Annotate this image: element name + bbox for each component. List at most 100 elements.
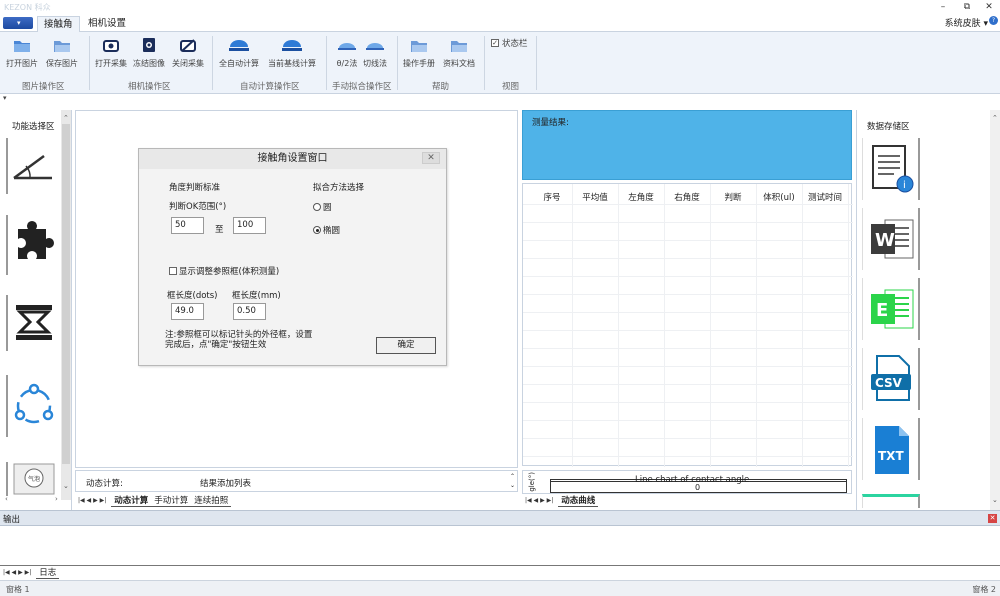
restore-button[interactable]: ⧉ — [956, 0, 978, 14]
output-close-button[interactable]: ✕ — [988, 514, 997, 523]
checkbox-checked-icon[interactable]: ✓ — [491, 39, 499, 47]
scroll-thumb[interactable] — [62, 124, 70, 464]
output-label: 输出 — [3, 515, 21, 525]
group-separator — [212, 36, 213, 90]
tab-camera-settings[interactable]: 相机设置 — [82, 16, 132, 32]
table-header: 序号 — [543, 193, 561, 203]
group-label-help: 帮助 — [432, 82, 450, 92]
scroll-down-icon[interactable]: ⌄ — [992, 496, 998, 504]
cycle-tool[interactable] — [6, 375, 58, 437]
tab-continuous-shot[interactable]: 连续拍照 — [191, 494, 232, 507]
contact-angle-icon — [13, 154, 52, 180]
group-separator — [326, 36, 327, 90]
group-label-view: 视图 — [502, 82, 520, 92]
surface-energy-tool[interactable] — [6, 215, 58, 275]
droplet-theta-icon — [338, 43, 356, 50]
dialog-title: 接触角设置窗口 — [139, 149, 446, 169]
folder-docs-icon — [451, 41, 467, 52]
minimize-button[interactable]: – — [932, 0, 954, 14]
frame-len-dots-input[interactable]: 49.0 — [171, 303, 204, 320]
cycle-dots-icon — [14, 383, 54, 424]
help-icon[interactable]: ? — [989, 16, 998, 25]
frame-len-mm-input[interactable]: 0.50 — [233, 303, 266, 320]
ribbon-tabs: ▾ 接触角 相机设置 — [0, 14, 1000, 32]
close-button[interactable]: ✕ — [978, 0, 1000, 14]
radio-selected-icon[interactable] — [313, 226, 321, 234]
export-excel-button[interactable]: E — [862, 278, 920, 340]
scroll-up-icon[interactable]: ⌃ — [992, 114, 998, 122]
sheet-nav-icons[interactable]: |◀ ◀ ▶ ▶| — [525, 497, 553, 504]
status-bar-checkbox[interactable]: ✓ 状态栏 — [491, 37, 528, 49]
export-word-button[interactable]: W — [862, 208, 920, 270]
sheet-nav-icons[interactable]: |◀ ◀ ▶ ▶| — [3, 569, 31, 576]
scroll-up-icon[interactable]: ⌃ — [63, 114, 69, 122]
contact-angle-tool[interactable] — [6, 138, 58, 194]
app-menu-button[interactable]: ▾ — [3, 17, 33, 29]
close-capture-button[interactable]: 关闭采集 — [172, 36, 204, 69]
csv-icon: CSV — [871, 355, 911, 401]
fit-circle-radio[interactable]: 圆 — [313, 201, 332, 213]
table-header: 判断 — [724, 193, 742, 203]
tab-log[interactable]: 日志 — [36, 566, 60, 579]
folder-open-icon — [14, 41, 30, 52]
save-info-button[interactable]: i — [862, 138, 920, 200]
save-image-button[interactable]: 保存图片 — [46, 36, 78, 69]
group-separator — [484, 36, 485, 90]
fit-ellipse-radio[interactable]: 椭圆 — [313, 224, 340, 236]
ok-range-label: 判断OK范围(°) — [169, 202, 227, 212]
results-table[interactable]: 序号 平均值 左角度 右角度 判断 体积(ul) 测试时间 — [522, 183, 853, 467]
tab-dynamic-calc[interactable]: 动态计算 — [111, 494, 152, 507]
folder-save-icon — [54, 41, 70, 52]
scroll-down-icon[interactable]: ⌄ — [63, 482, 69, 490]
sheet-nav-icons[interactable]: |◀ ◀ ▶ ▶| — [78, 497, 106, 504]
table-header: 体积(ul) — [763, 193, 795, 203]
scroll-down-icon[interactable]: ⌄ — [510, 482, 515, 489]
freeze-image-button[interactable]: 冻结图像 — [133, 36, 165, 69]
manual-button[interactable]: 操作手册 — [403, 36, 435, 69]
folder-manual-icon — [411, 41, 427, 52]
scroll-right-icon[interactable]: › — [55, 495, 58, 503]
measure-result-panel: 测量结果: — [522, 110, 852, 180]
range-min-input[interactable]: 50 — [171, 217, 204, 234]
panel-title: 数据存储区 — [867, 122, 910, 132]
bubble-tool[interactable]: 气泡 — [6, 462, 58, 496]
tangent-button[interactable]: 切线法 — [363, 36, 387, 69]
tab-contact-angle[interactable]: 接触角 — [37, 16, 80, 32]
camera-icon — [103, 40, 119, 52]
export-more-button[interactable] — [862, 494, 920, 508]
theta-half-button[interactable]: θ/2法 — [336, 36, 358, 69]
svg-text:CSV: CSV — [875, 376, 903, 390]
status-bar: 窗格 1 窗格 2 — [0, 580, 1000, 596]
export-csv-button[interactable]: CSV — [862, 348, 920, 410]
confirm-button[interactable]: 确定 — [376, 337, 436, 354]
system-skin-menu[interactable]: 系统皮肤 ▾ — [945, 16, 988, 29]
radio-icon[interactable] — [313, 203, 321, 211]
tab-dynamic-curve[interactable]: 动态曲线 — [558, 494, 599, 507]
docs-button[interactable]: 资料文档 — [443, 36, 475, 69]
tab-manual-calc[interactable]: 手动计算 — [151, 494, 192, 507]
table-header: 左角度 — [628, 193, 654, 203]
show-frame-checkbox[interactable]: 显示调整参照框(体积测量) — [169, 265, 279, 277]
open-capture-button[interactable]: 打开采集 — [95, 36, 127, 69]
result-add-list[interactable]: 结果添加列表 — [200, 477, 251, 489]
scroll-up-icon[interactable]: ⌃ — [510, 473, 515, 480]
dialog-close-button[interactable]: ✕ — [422, 152, 440, 164]
scroll-left-icon[interactable]: ‹ — [5, 495, 8, 503]
group-label-auto: 自动计算操作区 — [240, 82, 300, 92]
right-scrollbar[interactable] — [990, 110, 1000, 510]
dialog-note: 注:参照框可以标记针头的外径框，设置完成后，点"确定"按钮生效 — [165, 330, 313, 350]
camera-off-icon — [180, 39, 196, 52]
baseline-calc-button[interactable]: 当前基线计算 — [268, 36, 316, 69]
quick-access-toolbar[interactable]: ▾ — [0, 94, 1000, 105]
function-select-panel: 功能选择区 气泡 ⌃ ⌄ ‹ › — [0, 110, 72, 510]
range-max-input[interactable]: 100 — [233, 217, 266, 234]
group-separator — [397, 36, 398, 90]
left-scrollbar[interactable] — [61, 110, 71, 500]
open-image-button[interactable]: 打开图片 — [6, 36, 38, 69]
rolling-angle-tool[interactable] — [6, 295, 58, 351]
window-title: KEZON 科众 — [4, 2, 51, 12]
ribbon: 打开图片 保存图片 图片操作区 打开采集 冻结图像 关闭采集 相机操作区 全自动… — [0, 32, 1000, 94]
auto-calc-button[interactable]: 全自动计算 — [219, 36, 259, 69]
group-label-image: 图片操作区 — [22, 82, 65, 92]
export-txt-button[interactable]: TXT — [862, 418, 920, 480]
